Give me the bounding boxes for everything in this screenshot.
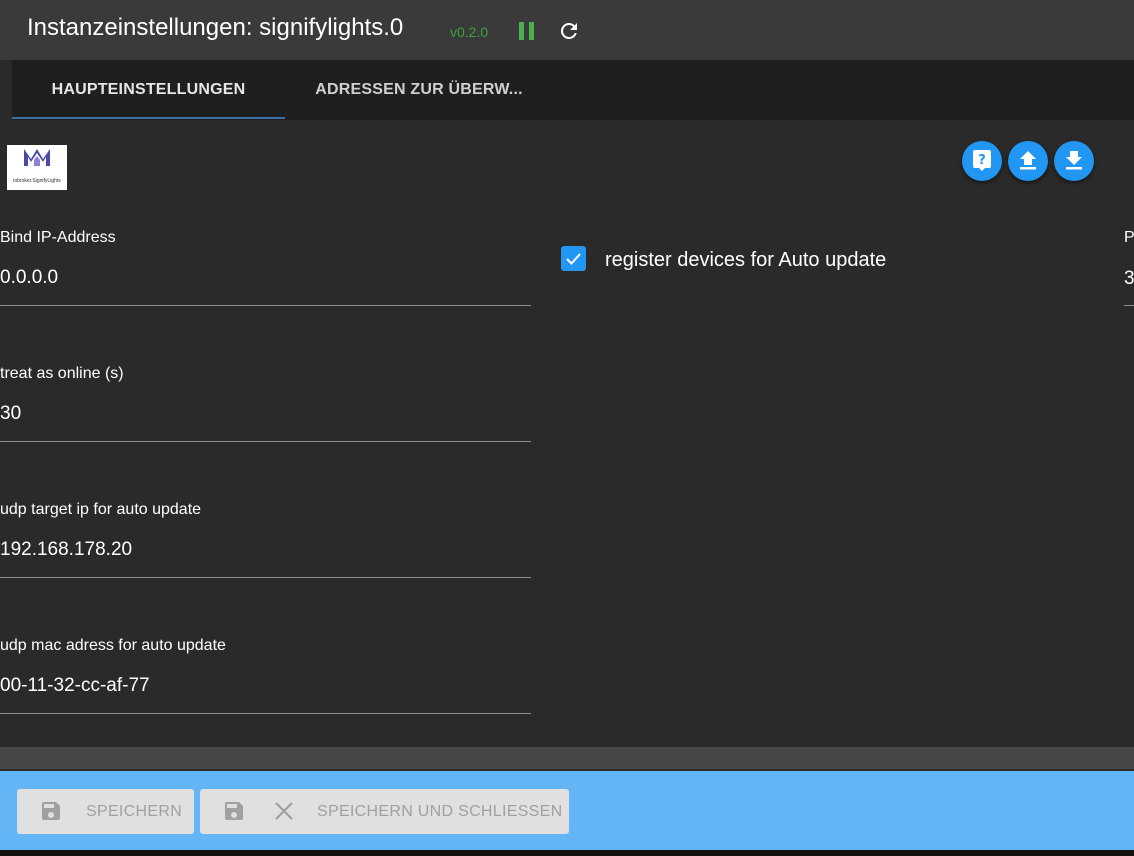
save-button-label: SPEICHERN	[86, 803, 183, 820]
logo-mark-icon	[24, 149, 50, 167]
download-icon	[1066, 151, 1082, 170]
help-icon: ?	[973, 150, 991, 171]
auto-update-checkbox[interactable]	[561, 246, 586, 271]
save-icon	[42, 802, 60, 820]
pause-icon[interactable]	[519, 22, 535, 40]
online-label: treat as online (s)	[0, 365, 124, 382]
upload-icon	[1020, 151, 1036, 170]
udp-mac-input[interactable]: 00-11-32-cc-af-77	[0, 675, 150, 697]
reload-icon[interactable]	[557, 19, 581, 43]
tab-haupteinstellungen[interactable]: HAUPTEINSTELLUNGEN	[12, 60, 285, 120]
help-button[interactable]: ?	[962, 141, 1002, 181]
save-and-close-button[interactable]: SPEICHERN UND SCHLIESSEN	[200, 789, 569, 834]
save-button[interactable]: SPEICHERN	[17, 789, 194, 834]
active-tab-indicator	[12, 117, 285, 119]
udp-mac-underline	[0, 713, 531, 714]
online-underline	[0, 441, 531, 442]
udp-ip-label: udp target ip for auto update	[0, 501, 202, 518]
version-badge: v0.2.0	[450, 24, 489, 40]
check-icon	[566, 253, 581, 265]
close-icon	[275, 802, 293, 820]
upload-button[interactable]	[1008, 141, 1048, 181]
udp-ip-input[interactable]: 192.168.178.20	[0, 539, 132, 561]
adapter-logo: iobroker.SignifyLights	[7, 145, 67, 190]
horizontal-scrollbar[interactable]	[0, 747, 1134, 769]
page-title: Instanzeinstellungen: signifylights.0	[27, 14, 404, 41]
bind-ip-label: Bind IP-Address	[0, 229, 116, 246]
save-and-close-label: SPEICHERN UND SCHLIESSEN	[317, 803, 563, 820]
udp-ip-underline	[0, 577, 531, 578]
tab-bar-edge	[0, 60, 12, 120]
right-field-input[interactable]: 3	[1124, 268, 1134, 290]
tab-adressen[interactable]: ADRESSEN ZUR ÜBERW...	[285, 60, 553, 120]
bottom-edge	[0, 850, 1134, 856]
udp-mac-label: udp mac adress for auto update	[0, 637, 226, 654]
right-field-underline	[1124, 305, 1134, 306]
logo-text: iobroker.SignifyLights	[13, 178, 61, 184]
right-field-label: P	[1124, 229, 1134, 246]
download-button[interactable]	[1054, 141, 1094, 181]
save-icon	[225, 802, 243, 820]
auto-update-label[interactable]: register devices for Auto update	[605, 249, 886, 272]
svg-text:?: ?	[978, 153, 986, 168]
bind-ip-underline	[0, 305, 531, 306]
bind-ip-input[interactable]: 0.0.0.0	[0, 267, 58, 289]
online-input[interactable]: 30	[0, 403, 21, 425]
